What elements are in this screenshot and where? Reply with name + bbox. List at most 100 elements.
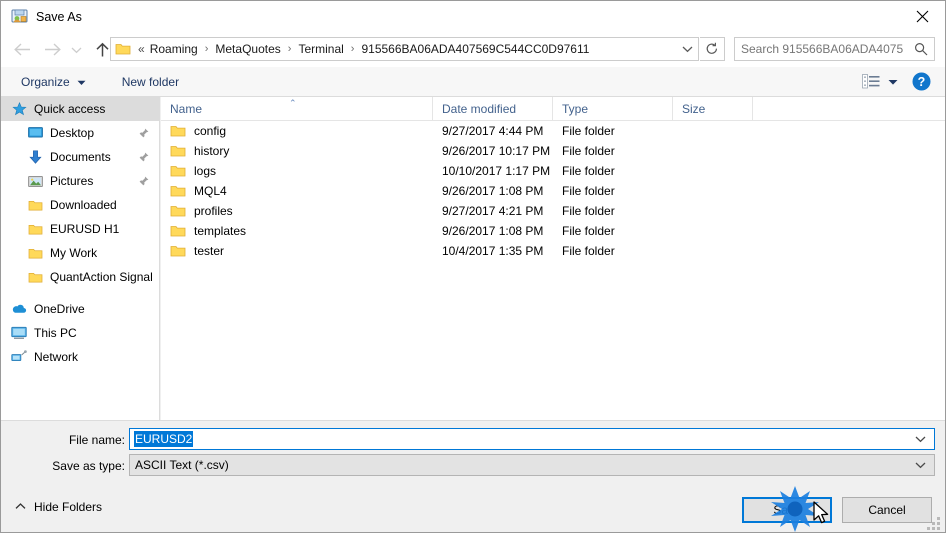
forward-button[interactable]	[39, 37, 65, 63]
search-input[interactable]	[741, 42, 903, 56]
folder-icon	[27, 245, 43, 261]
folder-icon	[170, 123, 186, 139]
back-button[interactable]	[9, 37, 35, 63]
sidebar-item-quick-access[interactable]: Quick access	[1, 97, 159, 121]
save-form: File name: EURUSD2 Save as type: ASCII T…	[1, 420, 945, 488]
search-box[interactable]	[734, 37, 935, 61]
breadcrumb-item-terminal-id[interactable]: 915566BA06ADA407569C544CC0D97611	[359, 41, 591, 57]
file-name-combobox[interactable]: EURUSD2	[129, 428, 935, 450]
table-row[interactable]: history 9/26/2017 10:17 PM File folder	[161, 141, 945, 161]
sidebar-item-onedrive[interactable]: OneDrive	[1, 297, 159, 321]
table-row[interactable]: templates 9/26/2017 1:08 PM File folder	[161, 221, 945, 241]
folder-icon	[170, 143, 186, 159]
recent-locations-button[interactable]	[67, 37, 85, 63]
organize-label: Organize	[21, 74, 70, 89]
file-date-cell: 9/26/2017 1:08 PM	[442, 184, 544, 198]
refresh-button[interactable]	[700, 37, 725, 61]
sidebar-item-pictures[interactable]: Pictures	[1, 169, 159, 193]
documents-icon	[27, 149, 43, 165]
file-name-cell: config	[161, 123, 433, 139]
file-name-label: profiles	[194, 204, 233, 218]
sidebar-item-eurusd-h1[interactable]: EURUSD H1	[1, 217, 159, 241]
dialog-footer: Hide Folders Save Cancel	[1, 488, 945, 532]
file-name-label: config	[194, 124, 227, 138]
save-as-type-combobox[interactable]: ASCII Text (*.csv)	[129, 454, 935, 476]
table-row[interactable]: config 9/27/2017 4:44 PM File folder	[161, 121, 945, 141]
sidebar-item-label: Documents	[50, 150, 111, 164]
sidebar-item-network[interactable]: Network	[1, 345, 159, 369]
new-folder-button[interactable]: New folder	[116, 71, 185, 93]
chevron-down-icon	[682, 46, 692, 53]
view-dropdown-button[interactable]	[888, 75, 898, 89]
sidebar-item-label: QuantAction Signal	[50, 270, 153, 284]
column-header-type[interactable]: Type	[553, 97, 673, 121]
folder-icon	[27, 197, 43, 213]
address-bar[interactable]: « Roaming › MetaQuotes › Terminal › 9155…	[110, 37, 699, 61]
breadcrumb-separator: ›	[204, 43, 209, 55]
save-button[interactable]: Save	[742, 497, 832, 523]
table-row[interactable]: tester 10/4/2017 1:35 PM File folder	[161, 241, 945, 261]
view-layout-icon[interactable]	[862, 74, 880, 89]
column-header-label: Type	[562, 101, 589, 116]
save-as-icon	[10, 8, 28, 26]
folder-icon	[27, 221, 43, 237]
file-type-cell: File folder	[562, 124, 615, 138]
column-header-date-modified[interactable]: Date modified	[433, 97, 553, 121]
sidebar-item-my-work[interactable]: My Work	[1, 241, 159, 265]
onedrive-icon	[11, 301, 27, 317]
toolbar-right-group: ?	[862, 72, 945, 91]
column-header-row: Name ⌃ Date modified Type Size	[161, 97, 945, 121]
sidebar-item-label: Downloaded	[50, 198, 117, 212]
table-row[interactable]: MQL4 9/26/2017 1:08 PM File folder	[161, 181, 945, 201]
file-name-input-value[interactable]: EURUSD2	[134, 431, 194, 447]
folder-icon	[170, 163, 186, 179]
sidebar-item-quantaction-signal[interactable]: QuantAction Signal	[1, 265, 159, 289]
file-name-label: templates	[194, 224, 247, 238]
file-type-cell: File folder	[562, 184, 615, 198]
close-button[interactable]	[899, 1, 945, 32]
file-date-cell: 9/27/2017 4:44 PM	[442, 124, 544, 138]
address-dropdown-button[interactable]	[676, 38, 698, 60]
file-list-pane[interactable]: Name ⌃ Date modified Type Size config 9/…	[161, 97, 945, 420]
resize-grip-icon[interactable]	[927, 515, 941, 530]
table-row[interactable]: logs 10/10/2017 1:17 PM File folder	[161, 161, 945, 181]
sidebar-item-label: This PC	[34, 326, 77, 340]
breadcrumb-separator: ›	[350, 43, 355, 55]
column-header-size[interactable]: Size	[673, 97, 753, 121]
save-as-type-value: ASCII Text (*.csv)	[135, 458, 229, 472]
pin-icon	[139, 176, 149, 186]
sidebar-item-desktop[interactable]: Desktop	[1, 121, 159, 145]
save-as-dialog: Save As « Roaming › MetaQuotes › Termina…	[0, 0, 946, 533]
sidebar-item-label: Pictures	[50, 174, 94, 188]
column-header-label: Name	[170, 101, 203, 116]
desktop-icon	[27, 125, 43, 141]
chevron-down-icon	[71, 47, 81, 53]
sidebar-item-downloaded[interactable]: Downloaded	[1, 193, 159, 217]
folder-icon	[27, 269, 43, 285]
table-row[interactable]: profiles 9/27/2017 4:21 PM File folder	[161, 201, 945, 221]
navigation-pane[interactable]: Quick access Desktop Documents Pictures …	[1, 97, 160, 420]
column-header-name[interactable]: Name ⌃	[161, 97, 433, 121]
sidebar-item-this-pc[interactable]: This PC	[1, 321, 159, 345]
cancel-button[interactable]: Cancel	[842, 497, 932, 523]
sidebar-item-label: EURUSD H1	[50, 222, 120, 236]
hide-folders-button[interactable]: Hide Folders	[15, 500, 102, 514]
help-button[interactable]: ?	[912, 72, 931, 91]
refresh-icon	[706, 42, 718, 54]
breadcrumb-item-roaming[interactable]: Roaming	[148, 41, 200, 57]
folder-icon	[170, 223, 186, 239]
breadcrumb-item-terminal[interactable]: Terminal	[296, 41, 345, 57]
breadcrumb-item-metaquotes[interactable]: MetaQuotes	[213, 41, 282, 57]
organize-button[interactable]: Organize	[15, 71, 92, 93]
sidebar-item-label: Network	[34, 350, 79, 364]
file-date-cell: 9/26/2017 10:17 PM	[442, 144, 551, 158]
folder-icon	[115, 41, 133, 57]
sidebar-item-documents[interactable]: Documents	[1, 145, 159, 169]
breadcrumb-separator: ›	[287, 43, 292, 55]
star-icon	[11, 101, 27, 117]
chevron-down-icon[interactable]	[915, 435, 926, 443]
folder-icon	[170, 183, 186, 199]
chevron-down-icon[interactable]	[915, 461, 926, 469]
file-name-cell: history	[161, 143, 433, 159]
